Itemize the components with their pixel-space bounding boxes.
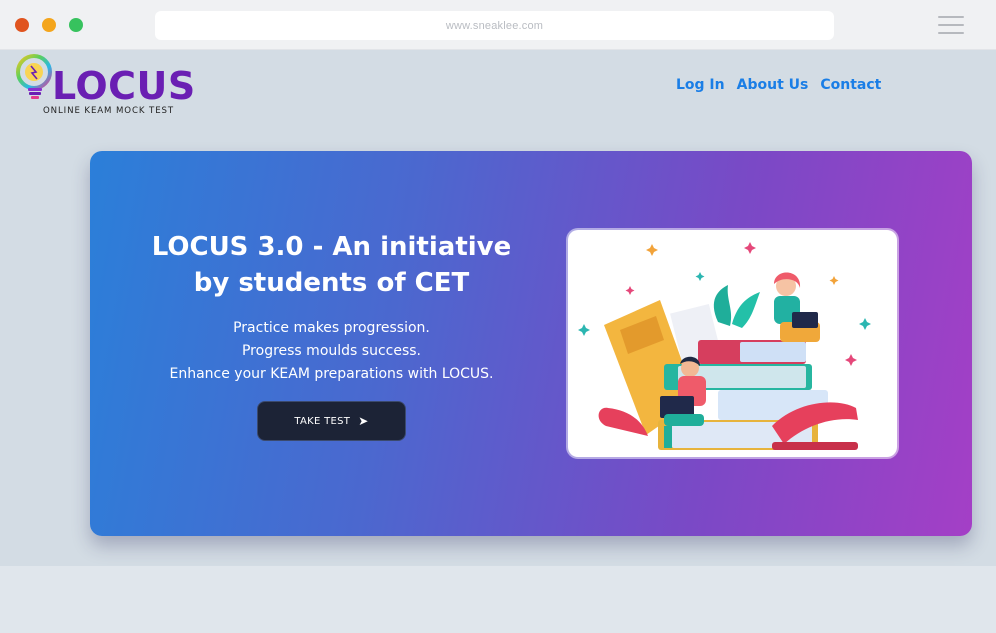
- nav-login-link[interactable]: Log In: [676, 77, 725, 93]
- page-footer-area: [0, 566, 996, 633]
- browser-chrome: www.sneaklee.com: [0, 0, 996, 50]
- address-bar[interactable]: www.sneaklee.com: [155, 11, 834, 40]
- hero-description: Practice makes progression. Progress mou…: [130, 317, 533, 386]
- brand-logo[interactable]: LOCUS ONLINE KEAM MOCK TEST: [14, 52, 196, 118]
- close-window-button[interactable]: [15, 18, 29, 32]
- hero-line: Practice makes progression.: [233, 320, 430, 336]
- hero-banner: LOCUS 3.0 - An initiative by students of…: [90, 151, 972, 536]
- nav-about-link[interactable]: About Us: [737, 77, 809, 93]
- address-bar-url: www.sneaklee.com: [445, 19, 544, 32]
- menu-icon[interactable]: [938, 14, 964, 36]
- hero-line: Enhance your KEAM preparations with LOCU…: [169, 366, 494, 382]
- hero-illustration: [568, 230, 897, 457]
- students-studying-illustration: [578, 242, 871, 450]
- top-nav: Log In About Us Contact: [676, 77, 881, 93]
- brand-tagline: ONLINE KEAM MOCK TEST: [43, 106, 175, 116]
- take-test-button[interactable]: TAKE TEST ➤: [257, 401, 406, 441]
- brand-name: LOCUS: [52, 64, 196, 108]
- maximize-window-button[interactable]: [69, 18, 83, 32]
- take-test-label: TAKE TEST: [294, 415, 351, 427]
- send-arrow-icon: ➤: [358, 414, 369, 428]
- hero-line: Progress moulds success.: [241, 343, 421, 359]
- minimize-window-button[interactable]: [42, 18, 56, 32]
- hero-title: LOCUS 3.0 - An initiative by students of…: [151, 232, 512, 298]
- nav-contact-link[interactable]: Contact: [820, 77, 881, 93]
